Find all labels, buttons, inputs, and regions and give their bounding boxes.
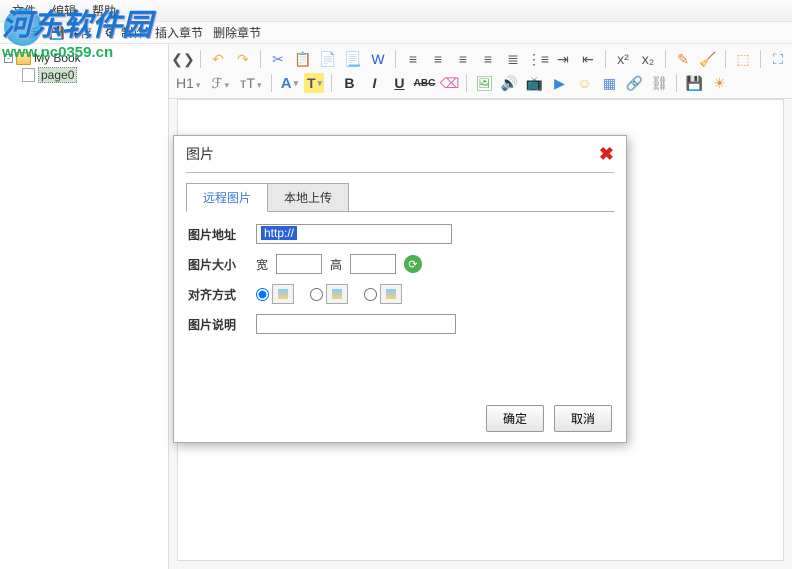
page-icon	[22, 68, 35, 82]
tree-page-label: page0	[38, 67, 77, 83]
paste-icon[interactable]: 📄	[318, 49, 338, 69]
flash-icon[interactable]: 📺	[524, 73, 544, 93]
bold-icon[interactable]: B	[339, 73, 359, 93]
align-default[interactable]	[256, 284, 294, 304]
dialog-title: 图片	[186, 144, 214, 164]
menu-edit[interactable]: 编辑	[44, 0, 84, 22]
redo-icon[interactable]: ↷	[233, 49, 253, 69]
desc-label: 图片说明	[188, 316, 248, 333]
tab-local[interactable]: 本地上传	[267, 183, 349, 212]
outdent-icon[interactable]: ⇤	[578, 49, 598, 69]
indent-icon[interactable]: ⇥	[553, 49, 573, 69]
paste-word-icon[interactable]: W	[368, 49, 388, 69]
size-label: 图片大小	[188, 256, 248, 273]
underline-icon[interactable]: U	[389, 73, 409, 93]
heading-dropdown[interactable]: H1	[173, 75, 203, 91]
collapse-icon[interactable]: -	[4, 54, 13, 63]
tree-root-label: My Book	[34, 51, 81, 65]
align-left-icon[interactable]: ≡	[403, 49, 423, 69]
strike-icon[interactable]: ABC	[414, 73, 434, 93]
format-icon[interactable]: 🧹	[698, 49, 718, 69]
save-icon: 💾	[49, 25, 65, 41]
tab-remote[interactable]: 远程图片	[186, 183, 268, 212]
align-right[interactable]	[364, 284, 402, 304]
remove-format-icon[interactable]: ⌫	[439, 73, 459, 93]
align-left[interactable]	[310, 284, 348, 304]
main-toolbar: 📄新 💾保存 ⚙制作 插入章节 删除章节	[0, 22, 792, 44]
height-label: 高	[330, 256, 342, 273]
url-input[interactable]: http://	[256, 224, 452, 244]
menu-file[interactable]: 文件	[4, 0, 44, 22]
save-editor-icon[interactable]: 💾	[684, 73, 704, 93]
folder-icon	[16, 52, 31, 65]
select-all-icon[interactable]: ⬚	[733, 49, 753, 69]
print-icon[interactable]: ☀	[709, 73, 729, 93]
sub-icon[interactable]: x₂	[638, 49, 658, 69]
file-icon: 📄	[8, 25, 24, 41]
tree-panel: - My Book page0	[0, 44, 169, 569]
menubar: 文件 编辑 帮助	[0, 0, 792, 22]
copy-icon[interactable]: 📋	[293, 49, 313, 69]
delete-chapter-button[interactable]: 删除章节	[209, 23, 265, 42]
unlink-icon[interactable]: ⛓	[649, 73, 669, 93]
width-input[interactable]	[276, 254, 322, 274]
align-right-icon[interactable]: ≡	[453, 49, 473, 69]
list-ol-icon[interactable]: ≣	[503, 49, 523, 69]
font-family-dropdown[interactable]: ℱ	[208, 75, 232, 92]
list-ul-icon[interactable]: ⋮≡	[528, 49, 548, 69]
font-size-dropdown[interactable]: ⁠ᴛT	[237, 75, 265, 91]
make-button[interactable]: ⚙制作	[98, 23, 149, 42]
back-color-icon[interactable]: T	[304, 73, 324, 93]
url-label: 图片地址	[188, 226, 248, 243]
paste-plain-icon[interactable]: 📃	[343, 49, 363, 69]
editor-toolbar: ❮❯ ↶ ↷ ✂ 📋 📄 📃 W ≡ ≡ ≡ ≡ ≣ ⋮≡ ⇥ ⇤	[169, 44, 792, 99]
emoji-icon[interactable]: ☺	[574, 73, 594, 93]
italic-icon[interactable]: I	[364, 73, 384, 93]
table-icon[interactable]: ▦	[599, 73, 619, 93]
align-center-icon[interactable]: ≡	[428, 49, 448, 69]
close-icon[interactable]: ✖	[599, 144, 614, 165]
new-button[interactable]: 📄新	[4, 23, 43, 42]
clear-format-icon[interactable]: ✎	[673, 49, 693, 69]
media-icon[interactable]: 🔊	[499, 73, 519, 93]
align-justify-icon[interactable]: ≡	[478, 49, 498, 69]
height-input[interactable]	[350, 254, 396, 274]
fore-color-icon[interactable]: A	[279, 73, 299, 93]
insert-chapter-button[interactable]: 插入章节	[151, 23, 207, 42]
fullscreen-icon[interactable]: ⛶	[768, 49, 788, 69]
menu-help[interactable]: 帮助	[84, 0, 124, 22]
cut-icon[interactable]: ✂	[268, 49, 288, 69]
cancel-button[interactable]: 取消	[554, 405, 612, 432]
image-dialog: 图片 ✖ 远程图片 本地上传 图片地址 http:// 图片大小 宽 高 ⟳ 对…	[173, 135, 627, 443]
file-icon[interactable]: ▶	[549, 73, 569, 93]
ok-button[interactable]: 确定	[486, 405, 544, 432]
gear-icon: ⚙	[102, 25, 118, 41]
undo-icon[interactable]: ↶	[208, 49, 228, 69]
align-label: 对齐方式	[188, 286, 248, 303]
tree-page[interactable]: page0	[4, 66, 164, 84]
sup-icon[interactable]: x²	[613, 49, 633, 69]
image-icon[interactable]: 🖼	[474, 73, 494, 93]
link-icon[interactable]: 🔗	[624, 73, 644, 93]
refresh-icon[interactable]: ⟳	[404, 255, 422, 273]
dialog-tabs: 远程图片 本地上传	[186, 183, 614, 212]
width-label: 宽	[256, 256, 268, 273]
tree-root[interactable]: - My Book	[4, 50, 164, 66]
save-button[interactable]: 💾保存	[45, 23, 96, 42]
desc-input[interactable]	[256, 314, 456, 334]
source-icon[interactable]: ❮❯	[173, 49, 193, 69]
